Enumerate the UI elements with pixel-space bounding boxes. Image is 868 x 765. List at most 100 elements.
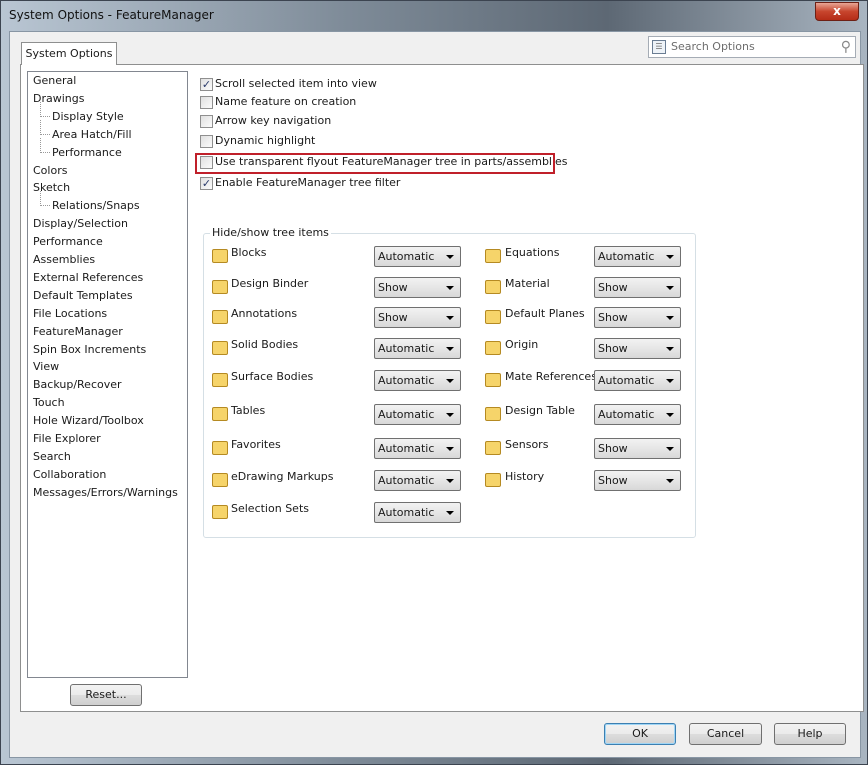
category-item[interactable]: Display/Selection — [33, 217, 128, 230]
category-label: General — [33, 74, 77, 87]
category-item[interactable]: Colors — [33, 164, 67, 177]
visibility-select[interactable]: Show — [594, 277, 681, 298]
category-item[interactable]: External References — [33, 271, 143, 284]
group-title: Hide/show tree items — [210, 226, 331, 239]
category-item[interactable]: File Locations — [33, 307, 107, 320]
visibility-select[interactable]: Automatic — [374, 338, 461, 359]
visibility-select[interactable]: Automatic — [594, 404, 681, 425]
checkbox-label[interactable]: Scroll selected item into view — [215, 77, 377, 90]
category-item[interactable]: Collaboration — [33, 468, 106, 481]
visibility-select[interactable]: Show — [374, 307, 461, 328]
category-item[interactable]: Relations/Snaps — [40, 191, 140, 212]
category-item[interactable]: Assemblies — [33, 253, 95, 266]
checkbox[interactable]: ✓ — [200, 78, 213, 91]
tree-item-label: Solid Bodies — [231, 338, 299, 351]
category-label: Messages/Errors/Warnings — [33, 485, 178, 499]
checkbox-label[interactable]: Dynamic highlight — [215, 134, 315, 147]
visibility-select[interactable]: Automatic — [594, 246, 681, 267]
ok-button[interactable]: OK — [604, 723, 676, 745]
history-folder-icon — [485, 473, 501, 487]
category-label: File Explorer — [33, 432, 101, 445]
visibility-select[interactable]: Show — [594, 470, 681, 491]
category-item[interactable]: Default Templates — [33, 289, 133, 302]
checkbox[interactable]: ✓ — [200, 177, 213, 190]
category-label: Default Templates — [33, 288, 133, 302]
search-input[interactable]: ☰ Search Options ⚲ — [648, 36, 856, 58]
checkbox[interactable] — [200, 115, 213, 128]
selection-sets-folder-icon — [212, 505, 228, 519]
category-label: Touch — [33, 396, 65, 410]
help-button[interactable]: Help — [774, 723, 846, 745]
options-list-icon: ☰ — [652, 40, 666, 54]
visibility-select[interactable]: Automatic — [374, 404, 461, 425]
category-label: Performance — [52, 145, 122, 159]
category-label: Colors — [33, 163, 68, 177]
visibility-select[interactable]: Automatic — [374, 438, 461, 459]
checkbox-label[interactable]: Name feature on creation — [215, 95, 356, 108]
surface-bodies-folder-icon — [212, 373, 228, 387]
checkbox-label[interactable]: Arrow key navigation — [215, 114, 331, 127]
category-item[interactable]: General — [33, 74, 76, 87]
category-item[interactable]: FeatureManager — [33, 325, 123, 338]
highlight-box — [195, 153, 555, 174]
visibility-select[interactable]: Show — [374, 277, 461, 298]
category-label: Sketch — [33, 181, 71, 195]
tree-connector — [40, 137, 50, 153]
checkbox-label[interactable]: Enable FeatureManager tree filter — [215, 176, 400, 189]
visibility-select[interactable]: Automatic — [374, 502, 461, 523]
visibility-select[interactable]: Automatic — [594, 370, 681, 391]
tab-system-options[interactable]: System Options — [21, 42, 117, 65]
category-label: Hole Wizard/Toolbox — [33, 414, 144, 428]
design-table-icon — [485, 407, 501, 421]
tree-item-label: eDrawing Markups — [231, 470, 334, 483]
category-item[interactable]: View — [33, 360, 59, 373]
category-label: Search — [33, 449, 71, 463]
checkbox[interactable] — [200, 135, 213, 148]
tree-connector — [40, 119, 50, 135]
category-item[interactable]: Performance — [33, 235, 103, 248]
visibility-select[interactable]: Show — [594, 438, 681, 459]
category-item[interactable]: Display Style — [40, 101, 124, 123]
category-label: Assemblies — [33, 253, 96, 266]
tree-item-label: Mate References — [505, 370, 597, 383]
category-item[interactable]: Sketch — [33, 181, 70, 194]
category-label: Performance — [33, 235, 103, 249]
visibility-select[interactable]: Automatic — [374, 470, 461, 491]
tree-item-label: Annotations — [231, 307, 298, 320]
tree-item-label: Equations — [505, 246, 560, 259]
search-icon[interactable]: ⚲ — [841, 37, 851, 57]
category-item[interactable]: Spin Box Increments — [33, 343, 146, 356]
tree-item-label: Design Binder — [231, 277, 309, 290]
close-button[interactable]: x — [815, 2, 859, 21]
solid-bodies-folder-icon — [212, 341, 228, 355]
category-label: Area Hatch/Fill — [52, 127, 132, 141]
category-item[interactable]: Backup/Recover — [33, 378, 122, 391]
tree-item-label: Blocks — [231, 246, 267, 259]
visibility-select[interactable]: Automatic — [374, 370, 461, 391]
tree-item-label: Favorites — [231, 438, 281, 451]
category-label: Display Style — [52, 109, 124, 123]
category-item[interactable]: Touch — [33, 396, 65, 409]
reset-button[interactable]: Reset... — [70, 684, 142, 706]
cancel-button[interactable]: Cancel — [689, 723, 762, 745]
category-label: Display/Selection — [33, 217, 128, 231]
tables-folder-icon — [212, 407, 228, 421]
category-item[interactable]: Hole Wizard/Toolbox — [33, 414, 144, 427]
visibility-select[interactable]: Show — [594, 338, 681, 359]
tree-item-label: Surface Bodies — [231, 370, 314, 383]
dialog-window: System Options - FeatureManager x System… — [0, 0, 868, 765]
tree-item-label: Default Planes — [505, 307, 585, 320]
category-item[interactable]: Search — [33, 450, 71, 463]
tree-item-label: Material — [505, 277, 550, 290]
visibility-select[interactable]: Show — [594, 307, 681, 328]
blocks-folder-icon — [212, 249, 228, 263]
visibility-select[interactable]: Automatic — [374, 246, 461, 267]
category-item[interactable]: Area Hatch/Fill — [40, 119, 132, 141]
category-list[interactable]: General Drawings Display Style Area Hatch/F… — [27, 71, 188, 678]
checkbox[interactable] — [200, 96, 213, 109]
category-item[interactable]: File Explorer — [33, 432, 101, 445]
search-placeholder: Search Options — [671, 40, 755, 53]
sensors-folder-icon — [485, 441, 501, 455]
category-item[interactable]: Performance — [40, 137, 122, 159]
category-item[interactable]: Messages/Errors/Warnings — [33, 486, 178, 499]
